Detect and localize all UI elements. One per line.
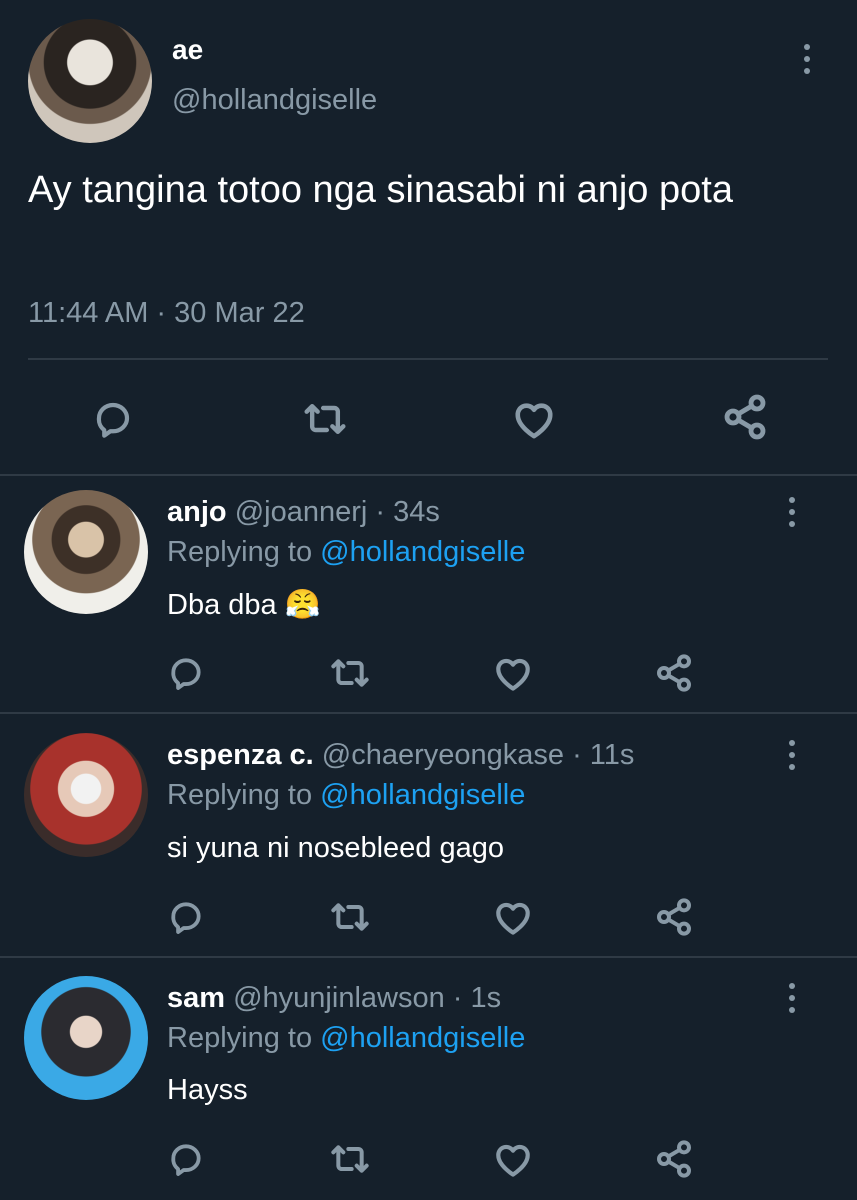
reply-avatar[interactable] xyxy=(24,976,148,1100)
reply-handle[interactable]: @joannerj xyxy=(235,496,368,528)
share-icon[interactable] xyxy=(653,652,695,694)
author-handle[interactable]: @hollandgiselle xyxy=(172,84,377,117)
more-vertical-icon[interactable] xyxy=(803,44,811,74)
more-vertical-icon[interactable] xyxy=(788,740,796,770)
reply-header: sam @hyunjinlawson · 1s xyxy=(167,982,501,1015)
comment-icon[interactable] xyxy=(165,652,207,694)
divider xyxy=(0,474,857,476)
share-icon[interactable] xyxy=(653,1138,695,1180)
tweet-text: Ay tangina totoo nga sinasabi ni anjo po… xyxy=(28,169,733,211)
reply-header: anjo @joannerj · 34s xyxy=(167,496,440,529)
divider xyxy=(0,712,857,714)
replying-to-handle[interactable]: @hollandgiselle xyxy=(320,779,525,811)
share-icon[interactable] xyxy=(653,896,695,938)
reply-time: · 34s xyxy=(375,496,440,528)
like-icon[interactable] xyxy=(491,652,535,694)
reply-display-name[interactable]: anjo xyxy=(167,496,227,528)
reply-time: · 11s xyxy=(572,739,635,771)
reply-time: · 1s xyxy=(452,982,502,1014)
divider xyxy=(28,358,828,360)
reply-handle[interactable]: @chaeryeongkase xyxy=(322,739,564,771)
reply-display-name[interactable]: sam xyxy=(167,982,225,1014)
replying-to: Replying to @hollandgiselle xyxy=(167,779,526,811)
comment-icon[interactable] xyxy=(165,896,207,938)
replying-to-handle[interactable]: @hollandgiselle xyxy=(320,1022,525,1054)
replying-to-handle[interactable]: @hollandgiselle xyxy=(320,536,525,568)
reply-text: Hayss xyxy=(167,1074,248,1106)
tweet-timestamp: 11:44 AM · 30 Mar 22 xyxy=(28,297,305,329)
retweet-icon[interactable] xyxy=(298,396,352,442)
divider xyxy=(0,956,857,958)
comment-icon[interactable] xyxy=(88,396,138,442)
retweet-icon[interactable] xyxy=(327,896,373,938)
comment-icon[interactable] xyxy=(165,1138,207,1180)
share-icon[interactable] xyxy=(720,392,770,442)
retweet-icon[interactable] xyxy=(327,652,373,694)
replying-to: Replying to @hollandgiselle xyxy=(167,536,526,568)
like-icon[interactable] xyxy=(491,1138,535,1180)
replying-to: Replying to @hollandgiselle xyxy=(167,1022,526,1054)
like-icon[interactable] xyxy=(491,896,535,938)
like-icon[interactable] xyxy=(508,396,560,442)
reply-handle[interactable]: @hyunjinlawson xyxy=(233,982,445,1014)
reply-text: Dba dba 😤 xyxy=(167,589,321,621)
emoji-triumph-icon: 😤 xyxy=(284,589,321,621)
author-display-name[interactable]: ae xyxy=(172,34,203,66)
reply-display-name[interactable]: espenza c. xyxy=(167,739,314,771)
author-avatar[interactable] xyxy=(28,19,152,143)
reply-text: si yuna ni nosebleed gago xyxy=(167,832,504,864)
reply-header: espenza c. @chaeryeongkase · 11s xyxy=(167,739,634,772)
more-vertical-icon[interactable] xyxy=(788,497,796,527)
reply-avatar[interactable] xyxy=(24,733,148,857)
reply-avatar[interactable] xyxy=(24,490,148,614)
retweet-icon[interactable] xyxy=(327,1138,373,1180)
more-vertical-icon[interactable] xyxy=(788,983,796,1013)
